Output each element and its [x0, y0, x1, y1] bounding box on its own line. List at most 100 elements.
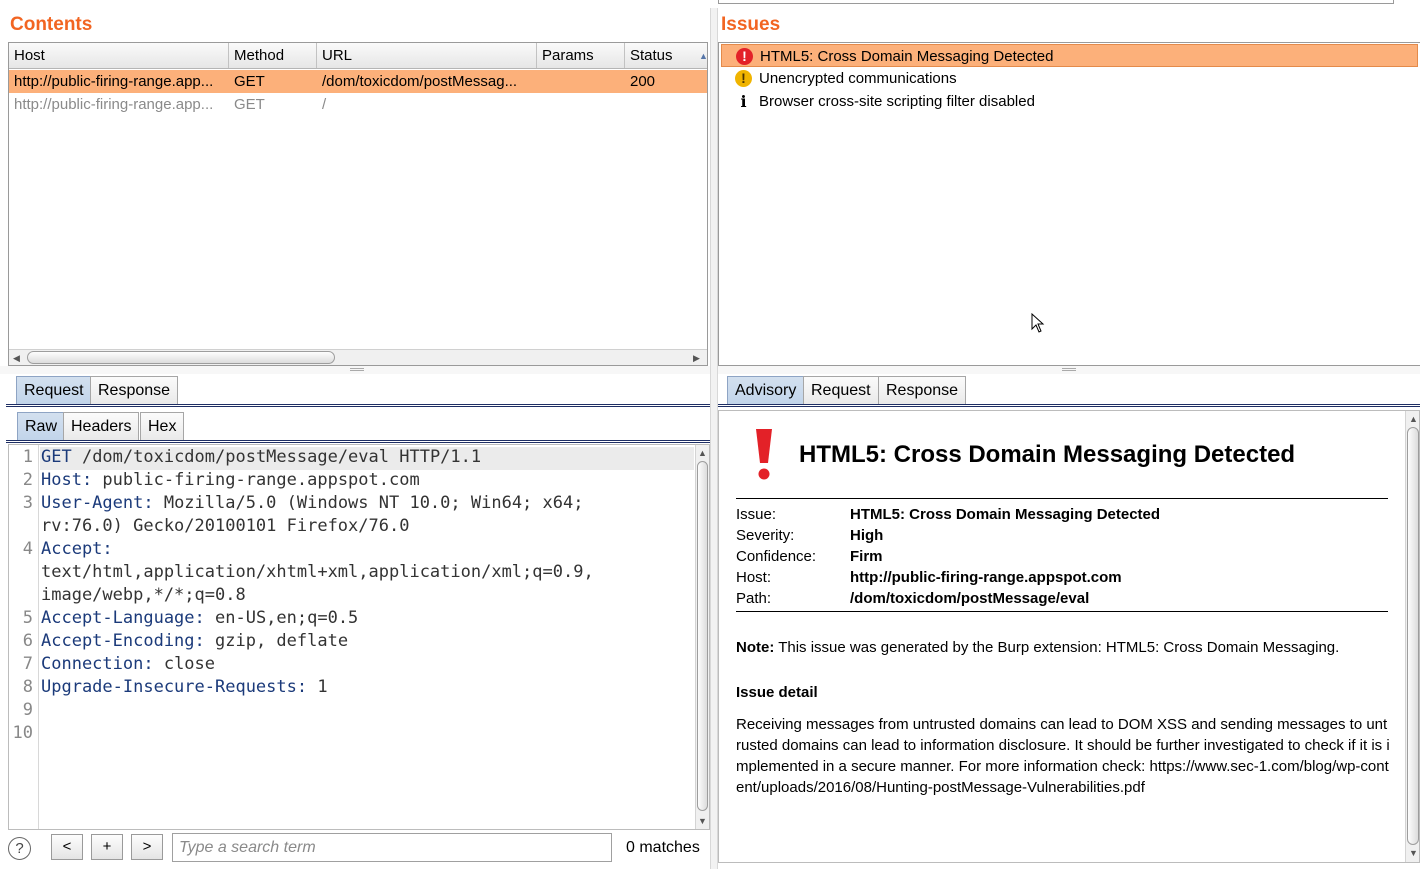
header-name: Connection: [41, 654, 154, 674]
header-value: 1 [307, 677, 328, 697]
divider [736, 498, 1388, 499]
mouse-cursor-icon [1031, 313, 1045, 333]
code-line: Upgrade-Insecure-Requests: 1 [41, 677, 328, 697]
issue-item-cross-domain-messaging[interactable]: ! HTML5: Cross Domain Messaging Detected [721, 44, 1418, 67]
issue-item-unencrypted[interactable]: ! Unencrypted communications [721, 67, 1418, 90]
scrollbar-thumb[interactable] [27, 351, 335, 364]
cell-params [537, 70, 625, 93]
medium-severity-icon: ! [735, 70, 752, 87]
line-number: 5 [22, 608, 33, 628]
code-line: Host: public-firing-range.appspot.com [41, 470, 420, 490]
cell-status [625, 93, 707, 116]
field-label: Host: [736, 569, 772, 586]
request-editor[interactable]: 1 GET /dom/toxicdom/postMessage/eval HTTP… [8, 444, 710, 830]
advisory-vertical-scrollbar[interactable]: ▲ ▼ [1405, 411, 1419, 862]
column-header-url[interactable]: URL [317, 43, 537, 68]
field-label: Path: [736, 590, 772, 607]
scrollbar-thumb[interactable] [697, 461, 708, 811]
header-value: public-firing-range.appspot.com [92, 470, 420, 490]
column-header-params[interactable]: Params [537, 43, 625, 68]
line-number: 2 [22, 470, 33, 490]
header-name: Host: [41, 470, 93, 490]
cell-status: 200 [630, 73, 656, 90]
path-value: /dom/toxicdom/postMessage/eval [850, 590, 1090, 607]
table-row[interactable]: http://public-firing-range.app... GET / [9, 93, 707, 116]
line-number: 9 [22, 700, 33, 720]
tab-strip-underline [718, 404, 1420, 407]
splitter-grip-icon [1062, 368, 1076, 371]
line-number: 1 [22, 447, 33, 467]
field-label: Severity: [736, 527, 795, 544]
severity-value: High [850, 527, 884, 544]
left-horizontal-splitter[interactable] [0, 366, 710, 374]
line-number: 3 [22, 493, 33, 513]
info-icon: i [740, 92, 747, 111]
tab-response[interactable]: Response [90, 376, 179, 405]
cell-method: GET [234, 96, 265, 113]
contents-title: Contents [10, 14, 93, 35]
scrollbar-thumb[interactable] [1407, 427, 1419, 845]
header-value: Mozilla/5.0 (Windows NT 10.0; Win64; x64… [153, 493, 584, 513]
add-search-button[interactable]: + [91, 834, 123, 860]
code-line: rv:76.0) Gecko/20100101 Firefox/76.0 [41, 516, 409, 536]
code-line: image/webp,*/*;q=0.8 [41, 585, 246, 605]
line-number: 4 [22, 539, 33, 559]
scroll-down-icon[interactable]: ▼ [698, 813, 707, 829]
help-icon[interactable]: ? [8, 837, 31, 860]
table-header: Host Method URL Params Status ▲ [9, 43, 707, 69]
previous-match-button[interactable]: < [51, 834, 83, 860]
tab-advisory[interactable]: Advisory [727, 376, 805, 405]
horizontal-scrollbar[interactable]: ◀ ▶ [9, 349, 707, 365]
next-match-button[interactable]: > [131, 834, 163, 860]
top-input-edge [718, 0, 1394, 4]
cell-url: / [322, 96, 327, 113]
column-header-status[interactable]: Status [625, 43, 707, 68]
advisory-note: Note: This issue was generated by the Bu… [736, 639, 1339, 656]
search-bar: ? < + > Type a search term 0 matches [0, 830, 710, 869]
issues-title: Issues [721, 14, 781, 35]
code-line: Accept-Encoding: gzip, deflate [41, 631, 348, 651]
column-header-host[interactable]: Host [9, 43, 229, 68]
scroll-up-icon[interactable]: ▲ [698, 445, 707, 461]
scroll-down-icon[interactable]: ▼ [1409, 845, 1418, 861]
splitter-grip-icon [350, 368, 364, 371]
contents-table: Host Method URL Params Status ▲ http://p… [8, 42, 708, 366]
tab-request[interactable]: Request [803, 376, 879, 405]
column-header-method[interactable]: Method [229, 43, 317, 68]
code-line: Accept-Language: en-US,en;q=0.5 [41, 608, 358, 628]
header-name: Accept-Encoding: [41, 631, 205, 651]
line-number: 8 [22, 677, 33, 697]
editor-vertical-scrollbar[interactable]: ▲ ▼ [695, 445, 709, 829]
table-row[interactable]: http://public-firing-range.app... GET /d… [9, 70, 707, 93]
scroll-up-icon[interactable]: ▲ [1409, 411, 1418, 427]
field-label: Issue: [736, 506, 777, 523]
issue-label: Browser cross-site scripting filter disa… [759, 93, 1035, 110]
scroll-left-icon[interactable]: ◀ [13, 350, 20, 365]
vertical-splitter[interactable] [710, 8, 718, 869]
header-value: gzip, deflate [204, 631, 349, 651]
field-label: Confidence: [736, 548, 817, 565]
tab-response[interactable]: Response [878, 376, 967, 405]
tab-strip-underline [6, 440, 710, 443]
match-count: 0 matches [626, 839, 700, 856]
advisory-title: HTML5: Cross Domain Messaging Detected [799, 441, 1296, 468]
header-name: Accept: [41, 539, 113, 559]
code-line: text/html,application/xhtml+xml,applicat… [41, 562, 594, 582]
scroll-right-icon[interactable]: ▶ [693, 350, 700, 365]
code-line: GET /dom/toxicdom/postMessage/eval HTTP/… [41, 447, 481, 467]
cell-host: http://public-firing-range.app... [14, 96, 214, 113]
code-line: Connection: close [41, 654, 215, 674]
tab-raw[interactable]: Raw [17, 412, 66, 441]
host-value: http://public-firing-range.appspot.com [850, 569, 1122, 586]
tab-headers[interactable]: Headers [63, 412, 140, 441]
header-name: GET [41, 447, 72, 467]
line-number: 10 [12, 723, 33, 743]
tab-request[interactable]: Request [16, 376, 92, 405]
header-value: rv:76.0) Gecko/20100101 Firefox/76.0 [41, 516, 410, 536]
issue-item-xss-filter[interactable]: i Browser cross-site scripting filter di… [721, 90, 1418, 113]
divider [736, 611, 1388, 612]
tab-hex[interactable]: Hex [140, 412, 185, 441]
cell-params [537, 93, 625, 116]
search-input[interactable]: Type a search term [172, 833, 612, 862]
right-horizontal-splitter[interactable] [718, 366, 1420, 374]
